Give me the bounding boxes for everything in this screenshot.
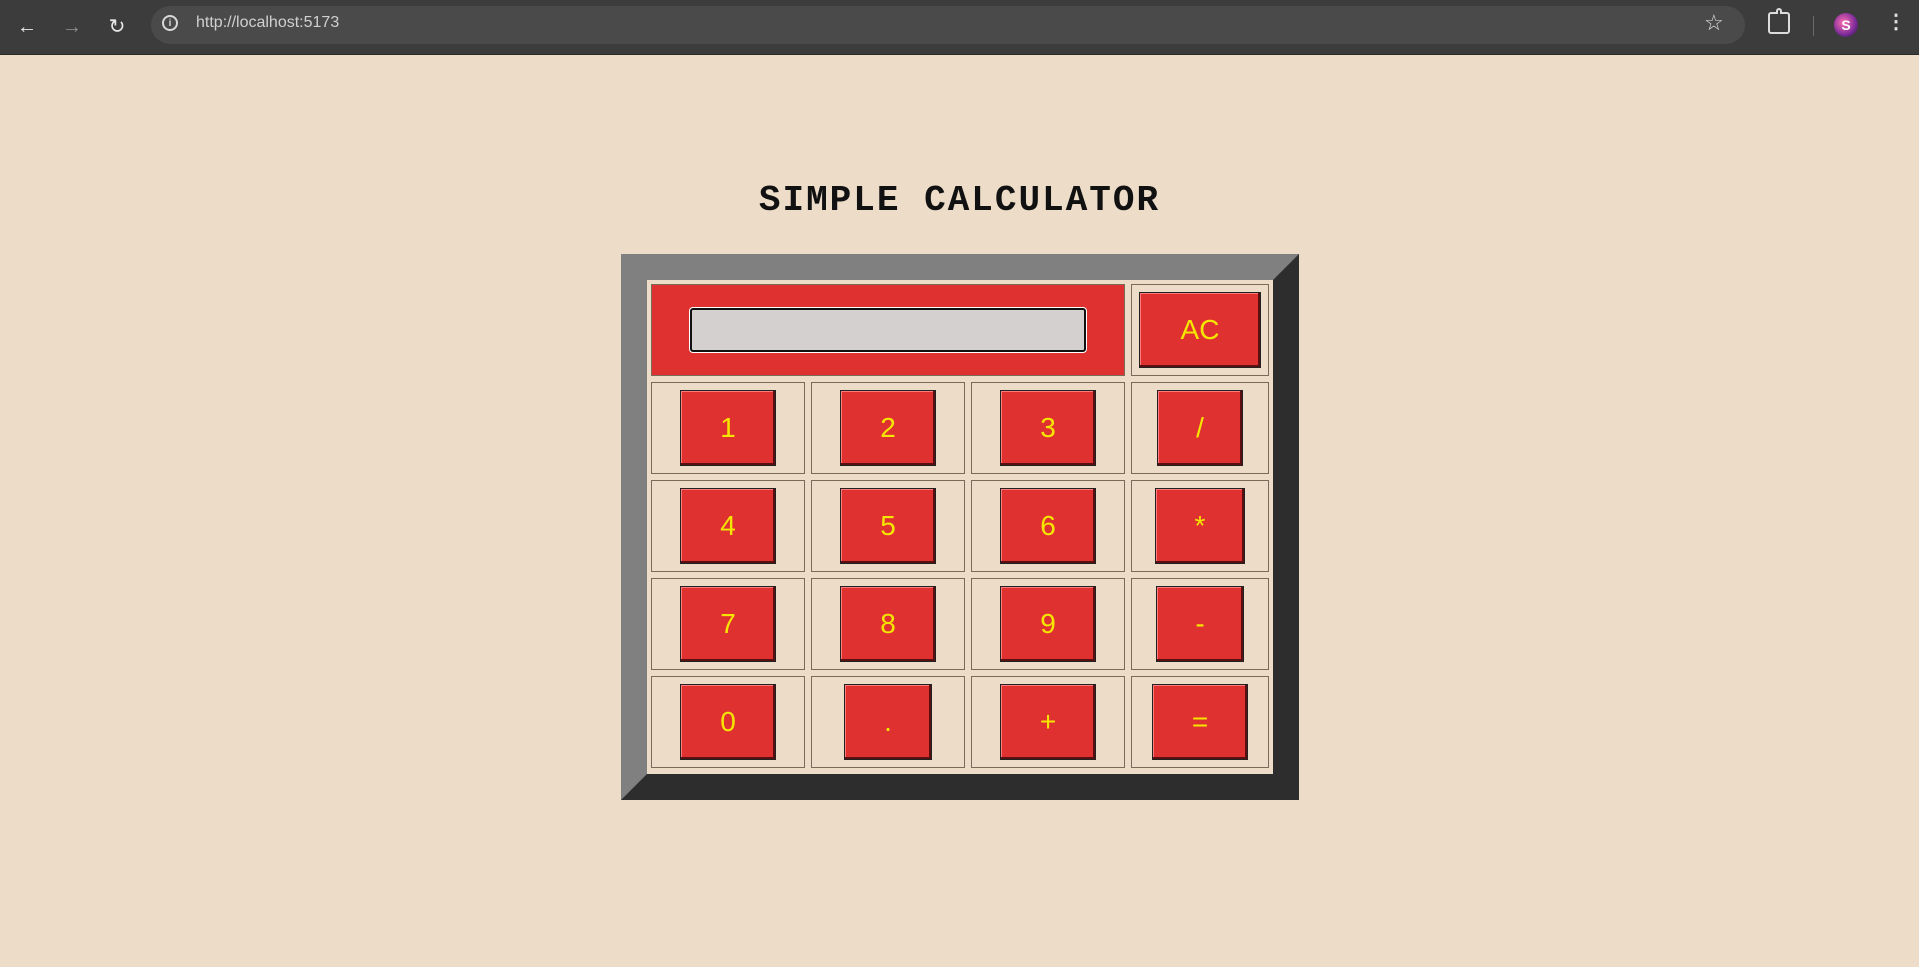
more-menu-icon[interactable]: ⋮ (1886, 12, 1906, 32)
key-cell: 7 (651, 578, 805, 670)
clear-button[interactable]: AC (1139, 292, 1261, 368)
add-button[interactable]: + (1000, 684, 1096, 760)
key-cell: 1 (651, 382, 805, 474)
digit-7-button[interactable]: 7 (680, 586, 776, 662)
back-arrow-icon[interactable]: ← (12, 12, 42, 42)
equals-button[interactable]: = (1152, 684, 1248, 760)
key-cell: . (811, 676, 965, 768)
clear-cell: AC (1131, 284, 1269, 376)
key-cell: 6 (971, 480, 1125, 572)
divide-button[interactable]: / (1157, 390, 1243, 466)
forward-arrow-icon[interactable]: → (57, 12, 87, 42)
digit-5-button[interactable]: 5 (840, 488, 936, 564)
url-text[interactable]: http://localhost:5173 (196, 14, 339, 32)
key-cell: 8 (811, 578, 965, 670)
digit-2-button[interactable]: 2 (840, 390, 936, 466)
multiply-button[interactable]: * (1155, 488, 1245, 564)
key-cell: + (971, 676, 1125, 768)
key-cell: 3 (971, 382, 1125, 474)
key-cell: - (1131, 578, 1269, 670)
extensions-icon[interactable] (1768, 8, 1790, 34)
page-title: SIMPLE CALCULATOR (758, 180, 1161, 221)
calculator-grid: AC 1 2 3 / 4 5 6 * 7 8 9 - 0 . + = (651, 284, 1269, 768)
key-cell: / (1131, 382, 1269, 474)
key-cell: 5 (811, 480, 965, 572)
digit-0-button[interactable]: 0 (680, 684, 776, 760)
calculator-frame: AC 1 2 3 / 4 5 6 * 7 8 9 - 0 . + = (621, 254, 1299, 800)
calculator-display[interactable] (690, 308, 1086, 352)
display-cell (651, 284, 1125, 376)
bookmark-star-icon[interactable]: ☆ (1704, 12, 1724, 34)
address-bar[interactable] (151, 6, 1745, 44)
key-cell: 0 (651, 676, 805, 768)
key-cell: 4 (651, 480, 805, 572)
digit-8-button[interactable]: 8 (840, 586, 936, 662)
toolbar-divider (1813, 16, 1814, 36)
digit-1-button[interactable]: 1 (680, 390, 776, 466)
key-cell: = (1131, 676, 1269, 768)
key-cell: 9 (971, 578, 1125, 670)
digit-4-button[interactable]: 4 (680, 488, 776, 564)
digit-9-button[interactable]: 9 (1000, 586, 1096, 662)
key-cell: 2 (811, 382, 965, 474)
decimal-button[interactable]: . (844, 684, 932, 760)
site-info-icon[interactable]: i (162, 15, 178, 31)
subtract-button[interactable]: - (1156, 586, 1244, 662)
browser-toolbar: ← → ↻ i http://localhost:5173 ☆ S ⋮ (0, 0, 1919, 55)
digit-3-button[interactable]: 3 (1000, 390, 1096, 466)
profile-avatar[interactable]: S (1834, 13, 1858, 37)
reload-icon[interactable]: ↻ (102, 12, 132, 42)
key-cell: * (1131, 480, 1269, 572)
digit-6-button[interactable]: 6 (1000, 488, 1096, 564)
